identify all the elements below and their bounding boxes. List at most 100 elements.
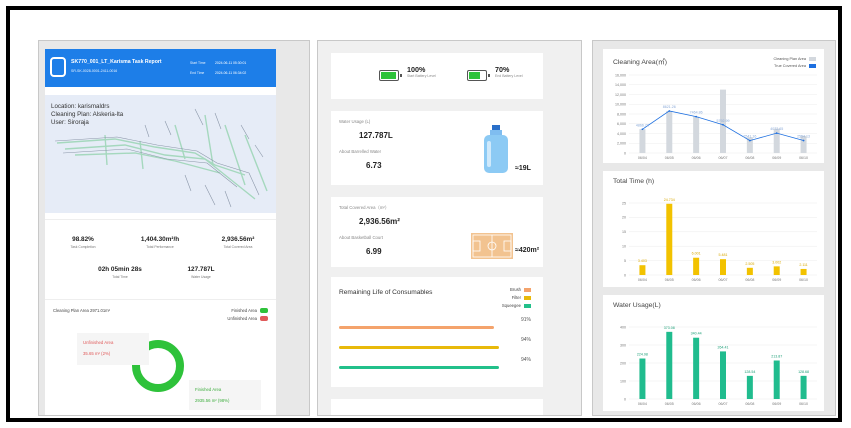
cleaning-area-title: Cleaning Area(㎡) (613, 59, 668, 66)
data-label: 2554.13 (797, 135, 810, 139)
line-point (695, 115, 698, 118)
x-tick-label: 06/05 (665, 278, 674, 282)
cleaning-map[interactable]: Location: karismaldrs Cleaning Plan: Als… (45, 95, 276, 213)
court-equivalent: ≈420m² (515, 247, 540, 254)
finished-value: 2935.56 m² (98%) (195, 398, 230, 403)
user-text: User: Siroraja (51, 119, 89, 126)
x-tick-label: 06/09 (772, 278, 781, 282)
legend-brush: Brush (510, 287, 531, 292)
data-label: 264.41 (718, 345, 729, 349)
x-tick-label: 06/04 (638, 278, 647, 282)
brush-swatch (524, 287, 531, 292)
unfinished-swatch (260, 316, 268, 322)
y-tick-label: 15 (622, 230, 626, 234)
total-time-card: 0 5 10 15 20 25 06/04 06/05 06/06 06/07 06/08 06/09… (603, 171, 824, 287)
y-tick-label: 25 (622, 201, 626, 205)
legend-unfinished-label: Unfinished Area (227, 316, 257, 321)
y-tick-label: 16,000 (615, 73, 626, 77)
report-title: SK770_001_LT_Karisma Task Report (71, 59, 162, 65)
stat-label: Total Covered Area (223, 245, 253, 249)
water-usage-title: Water Usage(L) (613, 302, 661, 309)
data-label: 213.87 (771, 355, 782, 359)
squeegee-swatch (524, 303, 531, 308)
line-point (668, 110, 671, 112)
legend-plan-area: Cleaning Plan Area (773, 57, 816, 61)
x-tick-label: 06/10 (799, 278, 808, 282)
screenshot-frame: SK770_001_LT_Karisma Task Report SR-SK-0… (6, 6, 842, 422)
legend-squeegee: Squeegee (502, 303, 531, 308)
squeegee-life-bar (339, 366, 499, 369)
y-tick-label: 8,000 (617, 112, 626, 116)
cleaning-area-card: 0 2,000 4,000 6,000 8,000 10,000 12,000 14,000 1… (603, 49, 824, 163)
x-tick-label: 06/05 (665, 402, 674, 406)
battery-start (379, 67, 402, 85)
bar (666, 331, 673, 399)
data-label: 373.08 (664, 326, 675, 330)
legend-finished: Finished Area (231, 308, 268, 314)
bar (639, 265, 646, 275)
x-tick-label: 06/08 (745, 156, 754, 160)
line-point (722, 123, 724, 126)
battery-end-text: 70% End Battery Level (495, 65, 523, 78)
battery-end-label: End Battery Level (495, 74, 523, 78)
battery-full-icon (379, 70, 402, 82)
barrel-value: 6.73 (366, 161, 382, 170)
filter-swatch (524, 295, 531, 300)
finished-swatch (260, 308, 268, 314)
line-point (748, 139, 751, 142)
location-text: Location: karismaldrs (51, 103, 110, 110)
data-label: 24.734 (664, 198, 675, 202)
data-label: 6.001 (692, 252, 701, 256)
court-label: About Basketball Court (339, 235, 383, 240)
stat-value: 2,936.56m² (221, 236, 255, 243)
plan-swatch (809, 57, 816, 61)
data-label: 128.68 (798, 370, 809, 374)
charts-panel: 0 2,000 4,000 6,000 8,000 10,000 12,000 14,000 1… (592, 40, 836, 416)
stat-label: Total Performance (146, 245, 174, 249)
legend-brush-label: Brush (510, 287, 521, 292)
bar (720, 351, 726, 399)
battery-end-pct: 70% (495, 65, 510, 74)
water-usage-chart: 0 100 200 300 400 06/04 06/05 06/06 06/07 06/08 06… (620, 325, 817, 406)
line-point (802, 139, 805, 142)
legend-finished-label: Finished Area (231, 308, 257, 313)
finished-callout: Finished Area 2935.56 m² (98%) (189, 380, 261, 410)
y-tick-label: 12,000 (615, 93, 626, 97)
court-value: 6.99 (366, 247, 382, 256)
water-label: Water Usage (L) (339, 119, 371, 124)
data-label: 5792.99 (717, 119, 730, 123)
next-card-edge (331, 399, 543, 415)
bar (639, 129, 646, 153)
legend-covered-area: True Covered Area (774, 64, 816, 68)
stat-water-usage: 127.787L Water Usage (170, 266, 232, 279)
brush-pct: 91% (520, 317, 531, 323)
stat-label: Total Time (112, 275, 128, 279)
brush-life-bar (339, 326, 494, 329)
y-tick-label: 14,000 (615, 83, 626, 87)
unfinished-value: 35.65 m² (2%) (83, 351, 111, 356)
x-tick-label: 06/05 (665, 156, 674, 160)
stat-value: 1,404.30m²/h (140, 236, 180, 243)
data-label: 5.481 (719, 253, 728, 257)
squeegee-pct: 94% (520, 357, 531, 363)
x-tick-label: 06/07 (719, 278, 728, 282)
plan-text: Cleaning Plan: Alskeria-lta (51, 111, 124, 118)
data-label: 2541.16 (743, 135, 756, 139)
robot-logo-icon (50, 57, 66, 77)
y-tick-label: 20 (622, 216, 626, 220)
battery-end (467, 67, 490, 85)
bar (800, 268, 807, 275)
y-tick-label: 0 (624, 151, 626, 155)
y-tick-label: 400 (620, 325, 626, 329)
water-bottle-icon (484, 125, 508, 173)
y-tick-label: 300 (620, 343, 626, 347)
task-stats: 98.82% Task Completion 1,404.30m²/h Tota… (45, 219, 276, 297)
plan-area-text: Cleaning Plan Area 2971.01m² (53, 308, 111, 313)
bar (693, 116, 700, 153)
x-tick-label: 06/07 (719, 156, 728, 160)
stat-label: Water Usage (191, 275, 211, 279)
water-card: Water Usage (L) 127.787L About Barrelled… (331, 111, 543, 185)
data-label: 340.44 (691, 332, 702, 336)
bar (666, 203, 673, 275)
y-tick-label: 100 (620, 379, 626, 383)
